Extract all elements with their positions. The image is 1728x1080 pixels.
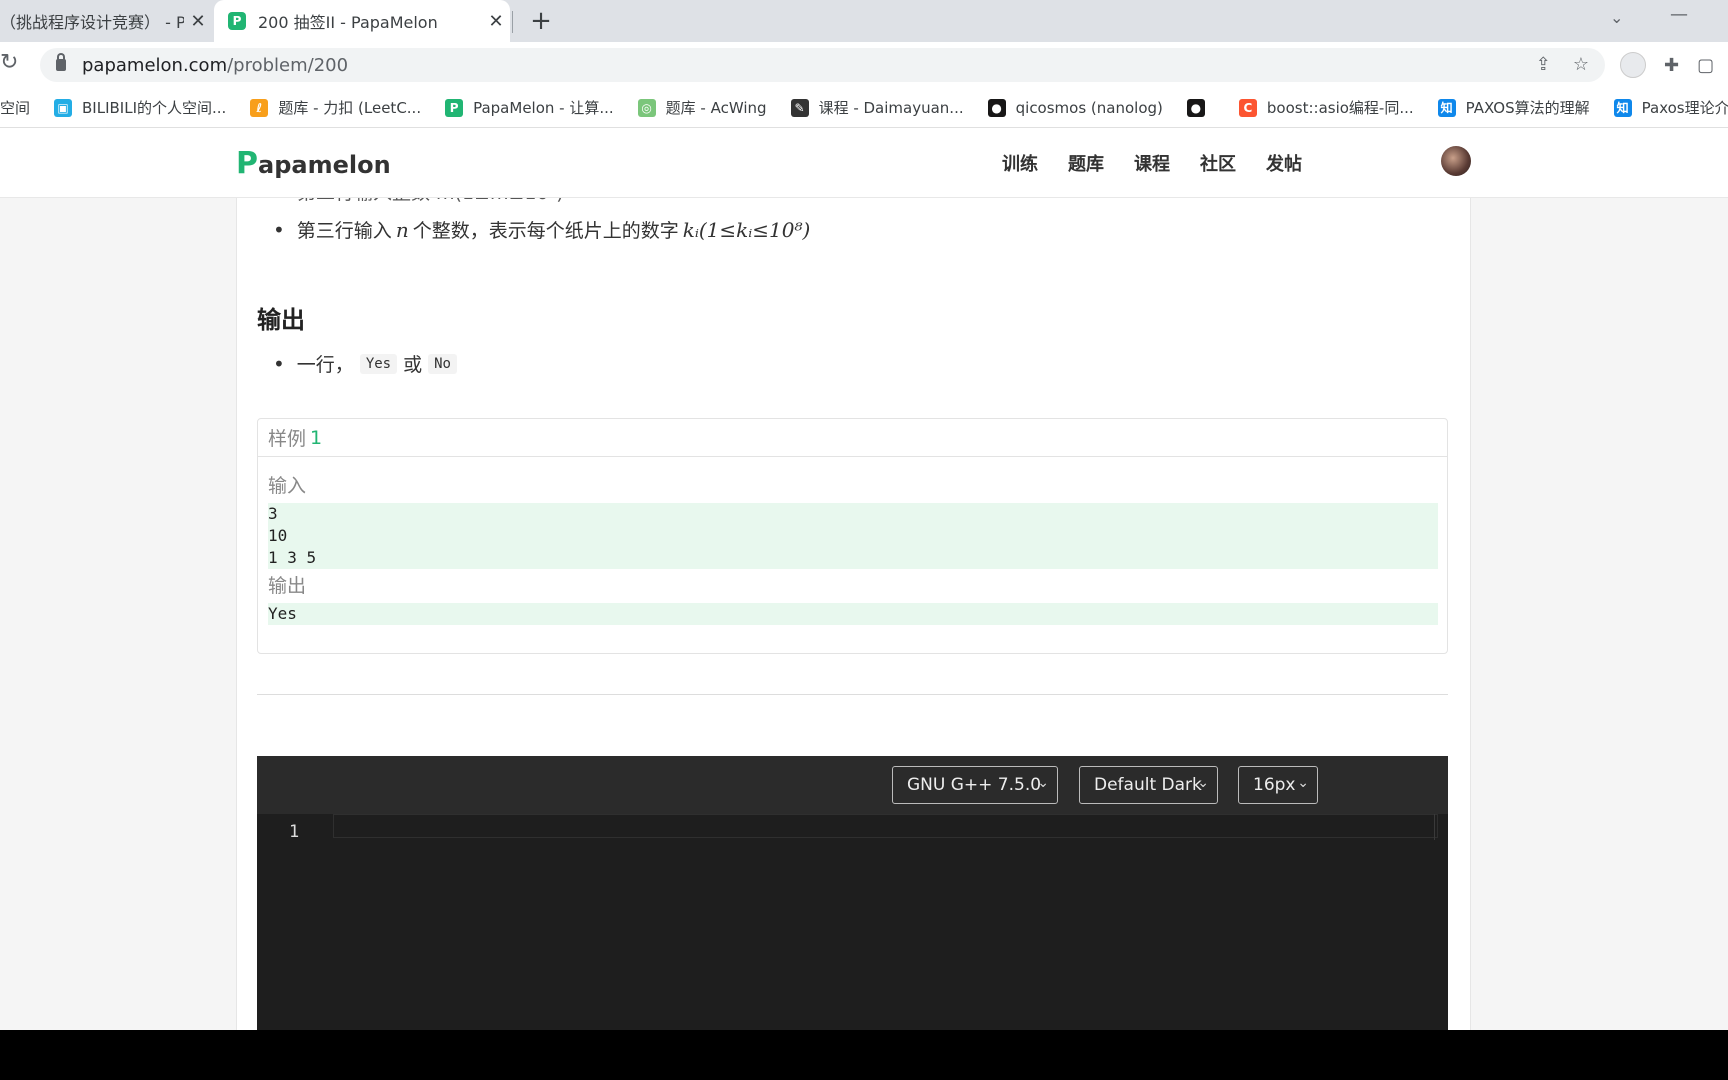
close-icon[interactable]: ✕ xyxy=(184,11,212,32)
tab-separator xyxy=(512,11,513,33)
papamelon-icon: P xyxy=(445,98,464,117)
daimayuan-icon: ✎ xyxy=(790,98,809,117)
bookmark-label: 题库 - 力扣 (LeetC... xyxy=(278,99,422,117)
nav-community[interactable]: 社区 xyxy=(1200,150,1236,176)
sample-output[interactable]: Yes xyxy=(268,603,1438,625)
leetcode-icon: ℓ xyxy=(250,98,269,117)
code-yes: Yes xyxy=(359,353,398,374)
bookmark-item[interactable]: ▣ BILIBILI的个人空间... xyxy=(54,97,226,118)
site-logo[interactable]: Papamelon xyxy=(236,146,391,181)
io-line: 1 3 5 xyxy=(268,548,317,567)
tab-title: （挑战程序设计竞赛） - P xyxy=(0,13,184,32)
bookmark-item[interactable]: 知 PAXOS算法的理解 xyxy=(1437,97,1590,118)
problem-card: 第二行输入整数 m(1≤m≤10⁸) 第三行输入 n 个整数，表示每个纸片上的数… xyxy=(236,128,1471,1030)
nav-train[interactable]: 训练 xyxy=(1002,150,1038,176)
io-line: 3 xyxy=(268,504,278,523)
output-description: 一行， Yes 或 No xyxy=(273,350,463,377)
github-icon: ● xyxy=(987,98,1006,117)
sidepanel-icon[interactable]: ▢ xyxy=(1697,55,1714,76)
sample-output-label: 输出 xyxy=(268,575,307,597)
io-line: Yes xyxy=(268,604,297,623)
bookmark-item[interactable]: ● xyxy=(1186,98,1215,117)
acwing-icon: ◎ xyxy=(637,98,656,117)
url-text[interactable]: papamelon.com/problem/200 xyxy=(82,55,348,76)
editor-toolbar: GNU G++ 7.5.0 ⌄ Default Dark ⌄ 16px ⌄ xyxy=(257,756,1448,814)
editor-scrollbar[interactable] xyxy=(1434,814,1448,840)
sample-input[interactable]: 3 10 1 3 5 xyxy=(268,503,1438,569)
bookmark-item[interactable]: Cboost::asio编程-同... xyxy=(1238,97,1414,118)
editor-line-1[interactable] xyxy=(333,814,1438,838)
code-no: No xyxy=(428,353,457,374)
io-line: 10 xyxy=(268,526,288,545)
bookmark-label: 课程 - Daimayuan... xyxy=(818,99,964,117)
sample-box: 样例 1 输入 3 10 1 3 5 输出 Yes xyxy=(257,418,1448,654)
bookmark-item[interactable]: P PapaMelon - 让算... xyxy=(445,97,614,118)
chevron-down-icon: ⌄ xyxy=(1297,775,1309,791)
theme-select[interactable]: Default Dark ⌄ xyxy=(1079,766,1218,804)
bookmark-item[interactable]: ◎ 题库 - AcWing xyxy=(637,97,767,118)
avatar[interactable] xyxy=(1441,146,1471,176)
reload-icon[interactable]: ↻ xyxy=(0,50,18,75)
bookmark-label: 空间 xyxy=(0,99,31,117)
compiler-select[interactable]: GNU G++ 7.5.0 ⌄ xyxy=(892,766,1058,804)
lock-icon[interactable] xyxy=(56,53,66,71)
bookmark-label: boost::asio编程-同... xyxy=(1266,99,1414,117)
bookmark-item[interactable]: 空间 xyxy=(0,97,30,118)
bilibili-icon: ▣ xyxy=(54,98,73,117)
chevron-down-icon: ⌄ xyxy=(1037,775,1049,791)
bookmark-label: BILIBILI的个人空间... xyxy=(82,99,227,117)
bookmark-label: PapaMelon - 让算... xyxy=(473,99,614,117)
tab-title: 200 抽签II - PapaMelon xyxy=(258,13,438,32)
tab-strip: （挑战程序设计竞赛） - P ✕ P 200 抽签II - PapaMelon … xyxy=(0,0,1728,42)
csdn-icon: C xyxy=(1238,98,1257,117)
bookmark-label: 题库 - AcWing xyxy=(665,99,767,117)
page-viewport: 第二行输入整数 m(1≤m≤10⁸) 第三行输入 n 个整数，表示每个纸片上的数… xyxy=(0,128,1728,1030)
sample-header: 样例 1 xyxy=(258,419,1447,457)
share-icon[interactable]: ⇪ xyxy=(1536,54,1551,75)
input-line-3: 第三行输入 n 个整数，表示每个纸片上的数字 kᵢ(1≤kᵢ≤10⁸) xyxy=(273,216,814,243)
minimize-icon[interactable]: — xyxy=(1670,4,1688,25)
site-header: Papamelon 训练 题库 课程 社区 发帖 xyxy=(0,128,1728,198)
puzzle-icon[interactable]: ✚ xyxy=(1664,55,1679,76)
nav-post[interactable]: 发帖 xyxy=(1266,150,1302,176)
code-editor[interactable]: GNU G++ 7.5.0 ⌄ Default Dark ⌄ 16px ⌄ 1 xyxy=(257,756,1448,1030)
extension-icon[interactable] xyxy=(1620,52,1646,78)
bookmark-label: PAXOS算法的理解 xyxy=(1465,99,1590,117)
font-size-select[interactable]: 16px ⌄ xyxy=(1238,766,1318,804)
bookmark-item[interactable]: ℓ 题库 - 力扣 (LeetC... xyxy=(250,97,421,118)
browser-tab-1[interactable]: （挑战程序设计竞赛） - P ✕ xyxy=(0,0,212,42)
output-heading: 输出 xyxy=(257,306,305,334)
zhihu-icon: 知 xyxy=(1437,98,1456,117)
bookmark-label: qicosmos (nanolog) xyxy=(1015,98,1163,117)
bookmark-label: Paxos理论介绍(1):... xyxy=(1641,99,1728,117)
bottom-black-bar xyxy=(0,1030,1728,1080)
zhihu-icon: 知 xyxy=(1613,98,1632,117)
github-icon: ● xyxy=(1186,98,1205,117)
bookmarks-bar: 空间 ▣ BILIBILI的个人空间... ℓ 题库 - 力扣 (LeetC... P Pa… xyxy=(0,88,1728,128)
papamelon-icon: P xyxy=(228,12,246,30)
bookmark-item[interactable]: ● qicosmos (nanolog) xyxy=(987,98,1163,117)
address-bar[interactable]: papamelon.com/problem/200 ⇪ ☆ xyxy=(40,48,1605,82)
bookmark-item[interactable]: ✎ 课程 - Daimayuan... xyxy=(790,97,964,118)
nav-courses[interactable]: 课程 xyxy=(1134,150,1170,176)
main-nav: 训练 题库 课程 社区 发帖 xyxy=(1002,150,1302,176)
sample-input-label: 输入 xyxy=(268,475,307,497)
chevron-down-icon: ⌄ xyxy=(1197,775,1209,791)
chevron-down-icon[interactable]: ⌄ xyxy=(1610,8,1623,27)
new-tab-icon[interactable]: + xyxy=(526,6,556,36)
browser-tab-2[interactable]: P 200 抽签II - PapaMelon ✕ xyxy=(214,0,510,42)
nav-problems[interactable]: 题库 xyxy=(1068,150,1104,176)
bookmark-item[interactable]: 知 Paxos理论介绍(1):... xyxy=(1613,97,1728,118)
divider xyxy=(257,694,1448,695)
star-icon[interactable]: ☆ xyxy=(1573,54,1589,75)
line-number: 1 xyxy=(289,822,300,842)
close-icon[interactable]: ✕ xyxy=(482,11,510,32)
browser-toolbar: ↻ papamelon.com/problem/200 ⇪ ☆ ✚ ▢ xyxy=(0,42,1728,88)
